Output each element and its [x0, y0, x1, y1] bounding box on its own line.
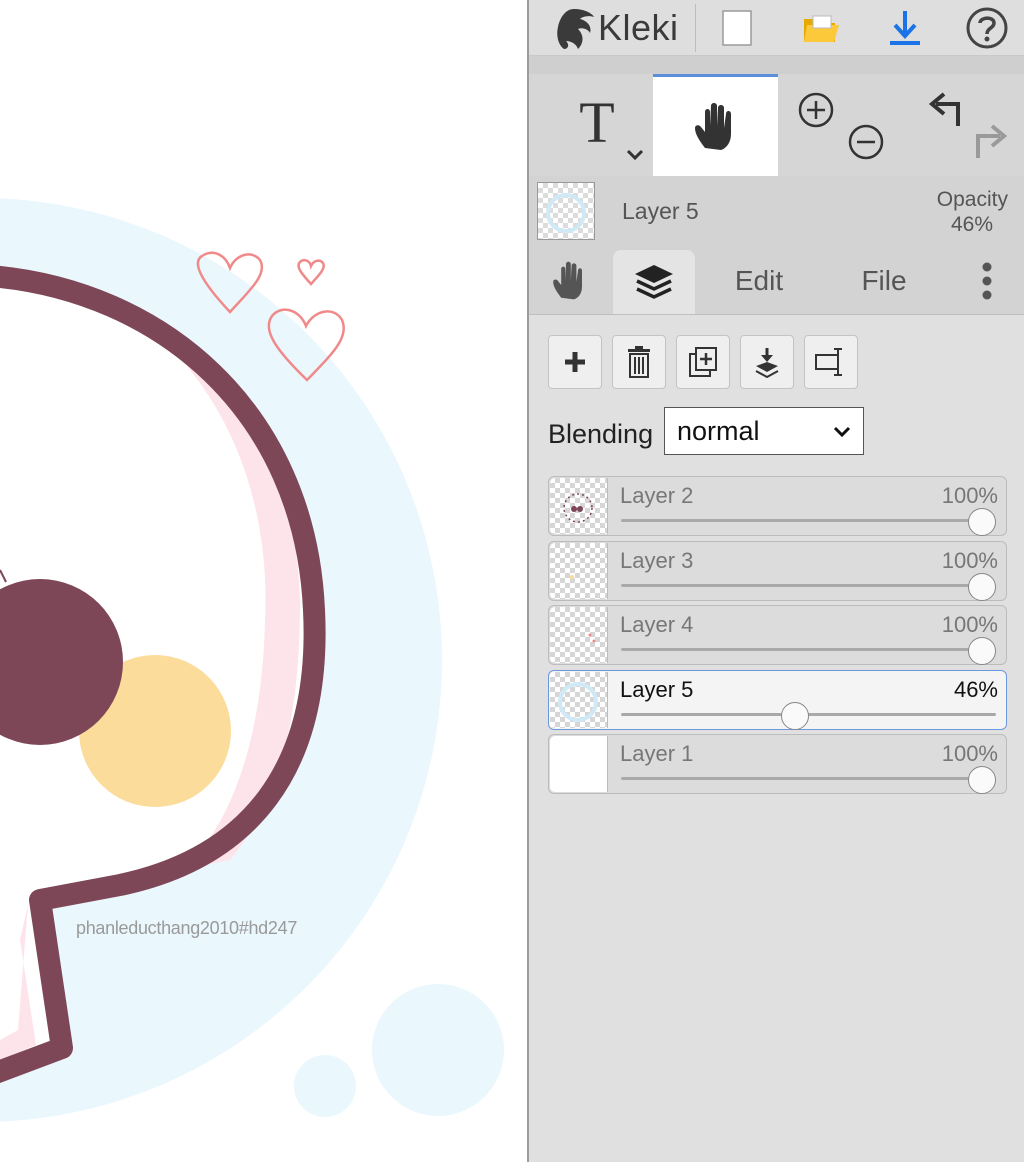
- chevron-down-icon[interactable]: [625, 148, 645, 162]
- text-tool-icon: T: [579, 89, 615, 155]
- layer-row-layer-1[interactable]: Layer 1 100%: [548, 734, 1007, 794]
- blending-mode-select[interactable]: normal: [664, 407, 864, 455]
- top-toolbar: Kleki: [529, 0, 1024, 56]
- more-vertical-icon: [982, 262, 992, 300]
- history-tool-group: [902, 74, 1024, 176]
- layer-thumbnail: [550, 543, 608, 599]
- more-options-button[interactable]: [959, 248, 1015, 314]
- blending-label: Blending: [548, 419, 654, 449]
- layer-thumbnail-image: [558, 682, 598, 722]
- heart-icon: [297, 258, 325, 286]
- zoom-tool-group: [778, 74, 902, 176]
- layer-name: Layer 1: [620, 741, 694, 766]
- canvas-artwork: [0, 198, 504, 1122]
- help-button[interactable]: [957, 0, 1017, 55]
- bubble-large: [372, 984, 504, 1116]
- duplicate-layer-button[interactable]: [676, 335, 730, 389]
- tab-edit[interactable]: Edit: [719, 248, 799, 314]
- layer-opacity-slider-handle[interactable]: [968, 766, 996, 794]
- tool-row: T: [529, 74, 1024, 176]
- zoom-in-icon[interactable]: [798, 92, 834, 128]
- layer-opacity: 100%: [941, 612, 998, 637]
- undo-icon[interactable]: [928, 92, 960, 126]
- toolbar-gap: [529, 56, 1024, 74]
- layer-row-layer-4[interactable]: Layer 4 100%: [548, 605, 1007, 665]
- layer-opacity-slider-handle[interactable]: [780, 702, 809, 730]
- layer-thumbnail: [550, 736, 608, 792]
- delete-layer-button[interactable]: [612, 335, 666, 389]
- help-icon: [966, 7, 1008, 48]
- layers-panel: Blending normal Layer 2 100% Layer 3 100…: [529, 315, 1024, 1162]
- layer-name: Layer 5: [620, 677, 694, 702]
- plus-icon: [565, 352, 585, 372]
- layer-row-layer-5[interactable]: Layer 5 46%: [548, 670, 1007, 730]
- zoom-out-icon[interactable]: [848, 124, 884, 160]
- current-layer-thumbnail[interactable]: [537, 182, 595, 240]
- layer-opacity: 100%: [941, 548, 998, 573]
- layer-opacity-slider-handle[interactable]: [968, 508, 996, 536]
- layer-opacity: 46%: [953, 677, 998, 702]
- layer-name: Layer 2: [620, 483, 694, 508]
- drawing-canvas[interactable]: phanleducthang2010#hd247: [0, 0, 527, 1162]
- layer-opacity: 100%: [941, 483, 998, 508]
- layer-opacity-slider-track[interactable]: [621, 777, 996, 780]
- layers-icon: [635, 265, 673, 299]
- layer-thumbnail: [550, 607, 608, 663]
- layer-thumbnail: [550, 478, 608, 534]
- layer-opacity-slider-handle[interactable]: [968, 637, 996, 665]
- redo-icon[interactable]: [976, 124, 1008, 158]
- layer-thumbnail-image: [570, 575, 574, 579]
- artist-signature: phanleducthang2010#hd247: [76, 918, 298, 938]
- hand-icon: [694, 102, 731, 150]
- layer-name: Layer 3: [620, 548, 694, 573]
- layer-name: Layer 4: [620, 612, 694, 637]
- layer-row-layer-3[interactable]: Layer 3 100%: [548, 541, 1007, 601]
- current-layer-name: Layer 5: [622, 198, 699, 224]
- opacity-value: 46%: [950, 213, 993, 236]
- duplicate-icon: [689, 347, 717, 377]
- side-panel: Kleki T Layer 5 Opacity 46% Edit File Bl…: [527, 0, 1024, 1162]
- new-file-button[interactable]: [707, 0, 767, 55]
- add-layer-button[interactable]: [548, 335, 602, 389]
- blending-mode-value: normal: [677, 415, 760, 446]
- chevron-down-icon: [833, 426, 851, 438]
- history-controls: [928, 92, 1008, 158]
- text-tool-button[interactable]: T: [529, 74, 653, 176]
- download-icon: [890, 10, 920, 45]
- layer-opacity-slider-track[interactable]: [621, 584, 996, 587]
- tab-file[interactable]: File: [845, 248, 923, 314]
- layer-opacity-slider-handle[interactable]: [968, 573, 996, 601]
- current-layer-preview: Layer 5 Opacity 46%: [529, 176, 1024, 248]
- layer-opacity-slider-track[interactable]: [621, 519, 996, 522]
- layer-thumbnail-image: [588, 633, 596, 643]
- new-file-icon: [722, 9, 752, 46]
- app-name: Kleki: [598, 6, 679, 48]
- bubble-small: [294, 1055, 356, 1117]
- hand-tool-button[interactable]: [653, 74, 778, 176]
- opacity-label: Opacity: [936, 188, 1008, 211]
- trash-icon: [628, 346, 650, 378]
- tab-layers[interactable]: [613, 250, 695, 314]
- open-folder-icon: [804, 15, 839, 42]
- hand-icon: [553, 261, 582, 300]
- merge-layer-button[interactable]: [740, 335, 794, 389]
- layer-opacity: 100%: [941, 741, 998, 766]
- panel-tabs: Edit File: [529, 248, 1024, 315]
- layer-thumbnail-image: [563, 493, 593, 523]
- rename-icon: [815, 348, 842, 376]
- tab-hand[interactable]: [529, 248, 611, 314]
- open-file-button[interactable]: [791, 0, 851, 55]
- kleki-logo[interactable]: Kleki: [554, 0, 679, 55]
- layer-thumbnail: [550, 672, 608, 728]
- layer-thumbnail-image: [546, 193, 586, 233]
- layer-opacity-slider-track[interactable]: [621, 648, 996, 651]
- merge-down-icon: [755, 348, 779, 378]
- zoom-controls: [798, 92, 884, 160]
- rename-layer-button[interactable]: [804, 335, 858, 389]
- download-button[interactable]: [875, 0, 935, 55]
- kleki-logo-icon: [557, 8, 594, 49]
- layer-row-layer-2[interactable]: Layer 2 100%: [548, 476, 1007, 536]
- toolbar-divider: [695, 4, 696, 52]
